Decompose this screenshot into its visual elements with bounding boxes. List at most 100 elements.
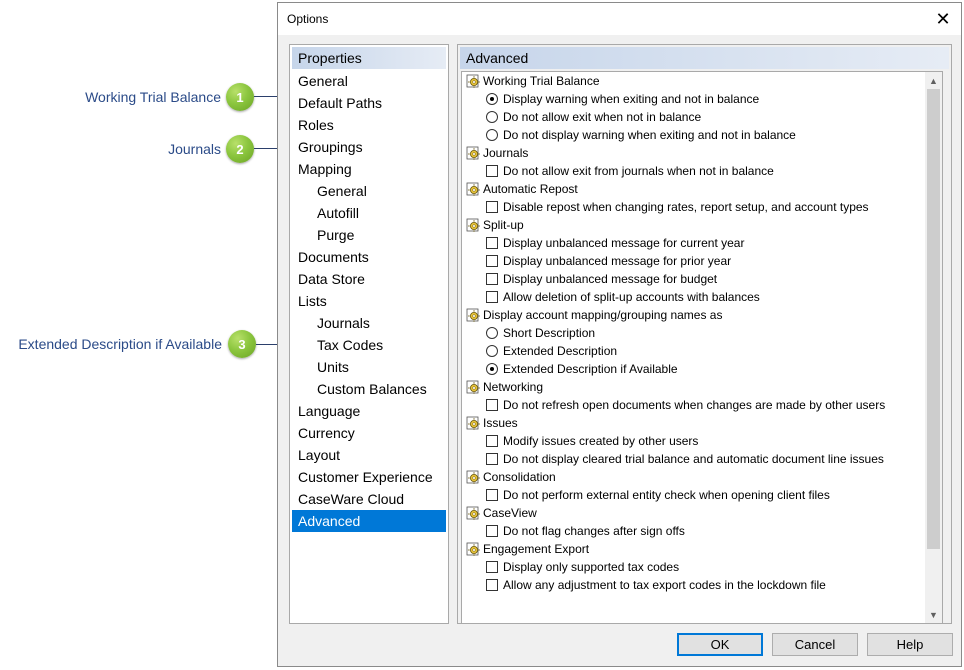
checkbox-option[interactable]: Display unbalanced message for budget [462,270,925,288]
radio-option[interactable]: Short Description [462,324,925,342]
checkbox[interactable] [486,237,498,249]
radio-option[interactable]: Extended Description [462,342,925,360]
option-label: Allow any adjustment to tax export codes… [503,578,826,592]
settings-group-icon [466,182,480,196]
nav-item-layout[interactable]: Layout [292,444,446,466]
radio-button[interactable] [486,93,498,105]
option-label: Allow deletion of split-up accounts with… [503,290,760,304]
option-label: Do not display warning when exiting and … [503,128,796,142]
nav-item-mapping-autofill[interactable]: Autofill [292,202,446,224]
checkbox-option[interactable]: Disable repost when changing rates, repo… [462,198,925,216]
nav-item-documents[interactable]: Documents [292,246,446,268]
nav-item-language[interactable]: Language [292,400,446,422]
checkbox[interactable] [486,291,498,303]
nav-item-lists-journals[interactable]: Journals [292,312,446,334]
scrollbar-thumb[interactable] [927,89,940,549]
radio-button[interactable] [486,345,498,357]
option-label: Do not refresh open documents when chang… [503,398,886,412]
option-label: Short Description [503,326,596,340]
checkbox-option[interactable]: Display unbalanced message for prior yea… [462,252,925,270]
cancel-button[interactable]: Cancel [772,633,858,656]
option-label: Do not allow exit when not in balance [503,110,702,124]
checkbox-option[interactable]: Do not display cleared trial balance and… [462,450,925,468]
option-group-header: Display account mapping/grouping names a… [462,306,925,324]
nav-item-lists-units[interactable]: Units [292,356,446,378]
nav-item-groupings[interactable]: Groupings [292,136,446,158]
radio-button[interactable] [486,327,498,339]
checkbox-option[interactable]: Display unbalanced message for current y… [462,234,925,252]
checkbox[interactable] [486,273,498,285]
checkbox[interactable] [486,435,498,447]
settings-group-icon [466,146,480,160]
checkbox[interactable] [486,525,498,537]
nav-item-advanced[interactable]: Advanced [292,510,446,532]
callout-label-working-trial-balance: Working Trial Balance [85,89,221,105]
option-group-label: CaseView [483,506,537,520]
nav-item-mapping-general[interactable]: General [292,180,446,202]
checkbox-option[interactable]: Allow any adjustment to tax export codes… [462,576,925,594]
checkbox-option[interactable]: Do not perform external entity check whe… [462,486,925,504]
radio-button[interactable] [486,111,498,123]
help-button[interactable]: Help [867,633,953,656]
checkbox[interactable] [486,201,498,213]
nav-item-general[interactable]: General [292,70,446,92]
radio-option[interactable]: Do not allow exit when not in balance [462,108,925,126]
nav-item-roles[interactable]: Roles [292,114,446,136]
nav-item-default-paths[interactable]: Default Paths [292,92,446,114]
radio-option[interactable]: Do not display warning when exiting and … [462,126,925,144]
nav-item-lists-custom-balances[interactable]: Custom Balances [292,378,446,400]
scroll-up-arrow-icon[interactable]: ▲ [925,72,942,89]
checkbox-option[interactable]: Display only supported tax codes [462,558,925,576]
radio-option[interactable]: Extended Description if Available [462,360,925,378]
checkbox[interactable] [486,561,498,573]
callout-badge-1: 1 [226,83,254,111]
callout-label-extended-description: Extended Description if Available [18,336,222,352]
advanced-panel: Advanced Working Trial Balance Display wa… [457,44,952,624]
nav-item-caseware-cloud[interactable]: CaseWare Cloud [292,488,446,510]
checkbox[interactable] [486,399,498,411]
settings-group-icon [466,542,480,556]
checkbox-option[interactable]: Do not flag changes after sign offs [462,522,925,540]
nav-item-mapping[interactable]: Mapping [292,158,446,180]
option-label: Do not flag changes after sign offs [503,524,685,538]
nav-item-customer-experience[interactable]: Customer Experience [292,466,446,488]
checkbox-option[interactable]: Modify issues created by other users [462,432,925,450]
radio-button[interactable] [486,363,498,375]
ok-button[interactable]: OK [677,633,763,656]
option-group-label: Automatic Repost [483,182,578,196]
option-label: Display only supported tax codes [503,560,680,574]
close-icon[interactable]: ✕ [929,5,957,33]
scroll-down-arrow-icon[interactable]: ▼ [925,606,942,623]
nav-item-lists-tax-codes[interactable]: Tax Codes [292,334,446,356]
option-group-header: Journals [462,144,925,162]
dialog-title: Options [287,12,329,26]
radio-button[interactable] [486,129,498,141]
nav-item-data-store[interactable]: Data Store [292,268,446,290]
option-group-header: Consolidation [462,468,925,486]
option-group-label: Networking [483,380,544,394]
option-group-header: CaseView [462,504,925,522]
option-label: Do not perform external entity check whe… [503,488,830,502]
option-label: Display unbalanced message for current y… [503,236,745,250]
option-group-label: Split-up [483,218,524,232]
option-group-header: Engagement Export [462,540,925,558]
options-dialog: Options ✕ Properties General Default Pat… [277,2,962,667]
checkbox[interactable] [486,453,498,465]
radio-option[interactable]: Display warning when exiting and not in … [462,90,925,108]
vertical-scrollbar[interactable]: ▲ ▼ [925,72,942,623]
settings-group-icon [466,506,480,520]
callout-badge-3: 3 [228,330,256,358]
nav-item-lists[interactable]: Lists [292,290,446,312]
option-group-label: Working Trial Balance [483,74,600,88]
checkbox[interactable] [486,489,498,501]
nav-item-currency[interactable]: Currency [292,422,446,444]
checkbox-option[interactable]: Do not refresh open documents when chang… [462,396,925,414]
option-label: Extended Description if Available [503,362,678,376]
checkbox[interactable] [486,165,498,177]
checkbox-option[interactable]: Allow deletion of split-up accounts with… [462,288,925,306]
checkbox[interactable] [486,579,498,591]
checkbox[interactable] [486,255,498,267]
nav-item-mapping-purge[interactable]: Purge [292,224,446,246]
callout-label-journals: Journals [168,141,221,157]
checkbox-option[interactable]: Do not allow exit from journals when not… [462,162,925,180]
